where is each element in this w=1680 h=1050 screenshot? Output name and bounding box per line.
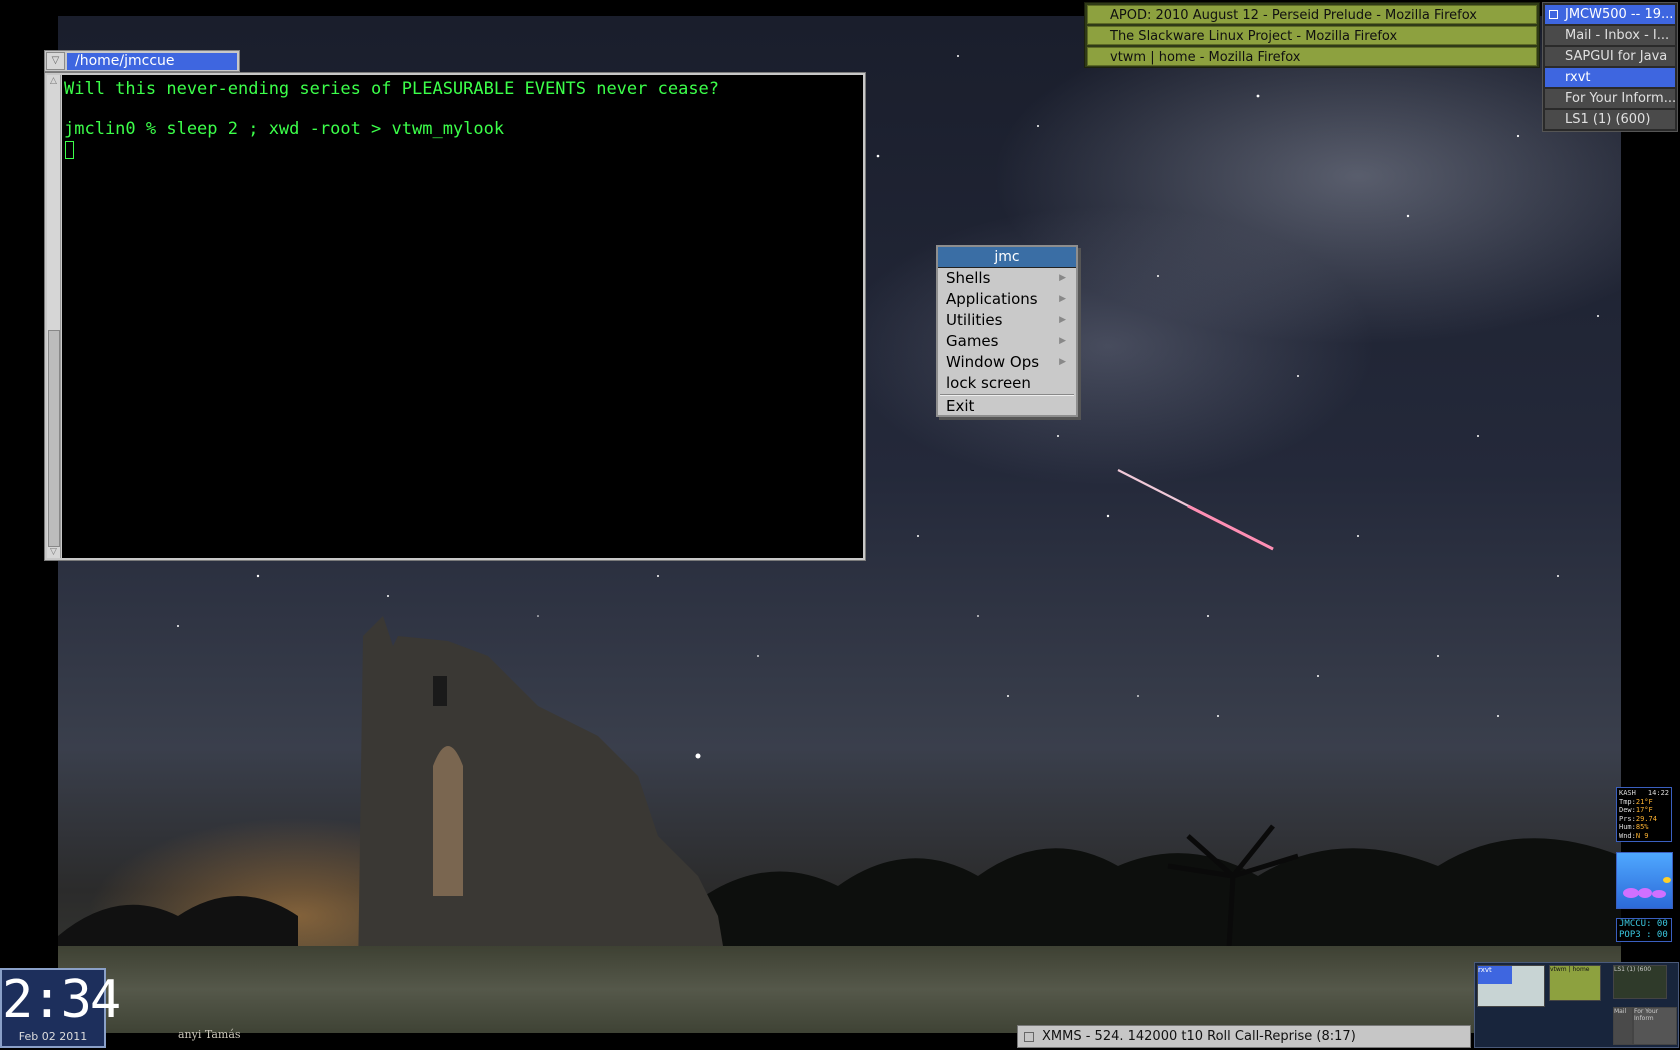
menu-item-label: Shells xyxy=(946,269,991,287)
scrollbar-thumb[interactable] xyxy=(48,330,60,547)
window-list-label: Mail - Inbox - I... xyxy=(1565,28,1670,43)
weather-value: 17°F xyxy=(1635,806,1653,814)
window-list-item-jmcw500[interactable]: JMCW500 -- 19... xyxy=(1545,5,1675,24)
window-list-label: rxvt xyxy=(1565,70,1591,85)
weather-station: KASH xyxy=(1619,789,1636,797)
terminal-title[interactable]: /home/jmccue xyxy=(67,53,237,70)
icon-manager-item[interactable]: APOD: 2010 August 12 - Perseid Prelude -… xyxy=(1087,5,1537,24)
menu-item-utilities[interactable]: Utilities ▶ xyxy=(938,310,1076,331)
fish-icon xyxy=(1623,877,1671,898)
menu-item-label: lock screen xyxy=(946,374,1031,392)
weather-row: Tmp:21°F xyxy=(1619,798,1669,807)
window-list-item-sapgui[interactable]: SAPGUI for Java xyxy=(1545,47,1675,66)
weather-time: 14:22 xyxy=(1647,789,1669,797)
weather-row: Hum:85% xyxy=(1619,823,1669,832)
window-list[interactable]: JMCW500 -- 19... Mail - Inbox - I... SAP… xyxy=(1542,2,1678,132)
window-list-label: JMCW500 -- 19... xyxy=(1565,7,1674,22)
pager-window-fyi[interactable]: For Your Inform xyxy=(1633,1007,1677,1045)
window-square-icon xyxy=(1024,1032,1034,1042)
window-list-label: LS1 (1) (600) xyxy=(1565,112,1651,127)
pager-window-vtwm[interactable]: vtwm | home xyxy=(1549,965,1601,1001)
menu-item-label: Applications xyxy=(946,290,1038,308)
submenu-arrow-icon: ▶ xyxy=(1059,273,1066,283)
window-list-item-ls1[interactable]: LS1 (1) (600) xyxy=(1545,110,1675,129)
menu-item-window-ops[interactable]: Window Ops ▶ xyxy=(938,352,1076,373)
weather-value: 85% xyxy=(1635,823,1649,831)
clock-date: Feb 02 2011 xyxy=(18,1030,88,1043)
fish-aquarium-dockapp[interactable] xyxy=(1616,852,1673,909)
virtual-desktop-pager[interactable]: rxvt vtwm | home LS1 (1) (600 Mail For Y… xyxy=(1474,962,1679,1048)
clock-time: 2:34 xyxy=(2,970,121,1030)
window-square-icon xyxy=(1549,10,1558,19)
submenu-arrow-icon: ▶ xyxy=(1059,357,1066,367)
weather-key: Wnd: xyxy=(1619,831,1636,840)
window-menu-icon[interactable]: ▽ xyxy=(46,52,65,70)
icon-manager-item[interactable]: The Slackware Linux Project - Mozilla Fi… xyxy=(1087,26,1537,45)
terminal-cursor xyxy=(65,141,74,159)
weather-widget[interactable]: KASH 14:22 Tmp:21°F Dew:17°F Prs:29.74 H… xyxy=(1616,787,1672,842)
icon-manager[interactable]: APOD: 2010 August 12 - Perseid Prelude -… xyxy=(1084,2,1540,68)
window-list-item-fyi[interactable]: For Your Inform... xyxy=(1545,89,1675,108)
meteor-glow xyxy=(1187,504,1274,551)
scroll-down-arrow-icon[interactable]: ▽ xyxy=(47,546,60,558)
menu-item-label: Exit xyxy=(946,397,975,415)
submenu-arrow-icon: ▶ xyxy=(1059,294,1066,304)
weather-row: Dew:17°F xyxy=(1619,806,1669,815)
pager-label: rxvt xyxy=(1478,966,1512,984)
xmms-label: XMMS - 524. 142000 t10 Roll Call-Reprise… xyxy=(1042,1029,1356,1044)
xmms-icon-bar[interactable]: XMMS - 524. 142000 t10 Roll Call-Reprise… xyxy=(1017,1025,1471,1048)
window-list-item-rxvt[interactable]: rxvt xyxy=(1545,68,1675,87)
pager-window-ls1[interactable]: LS1 (1) (600 xyxy=(1613,965,1667,999)
icon-manager-item[interactable]: vtwm | home - Mozilla Firefox xyxy=(1087,47,1537,66)
menu-item-applications[interactable]: Applications ▶ xyxy=(938,289,1076,310)
pager-window-rxvt[interactable]: rxvt xyxy=(1477,965,1545,1007)
clock-widget[interactable]: 2:34 Feb 02 2011 xyxy=(0,968,121,1048)
submenu-arrow-icon: ▶ xyxy=(1059,336,1066,346)
menu-item-exit[interactable]: Exit xyxy=(938,396,1076,417)
foreground-ground xyxy=(58,946,1621,1033)
menu-item-shells[interactable]: Shells ▶ xyxy=(938,268,1076,289)
terminal-screen[interactable]: Will this never-ending series of PLEASUR… xyxy=(62,75,863,558)
mail-monitor-row: JMCCU: 00 xyxy=(1619,919,1668,929)
terminal-line-command: jmclin0 % sleep 2 ; xwd -root > vtwm_myl… xyxy=(64,119,505,139)
terminal-scrollbar[interactable]: △ ▽ xyxy=(47,75,61,558)
weather-key: Prs: xyxy=(1619,814,1636,823)
weather-value: 21°F xyxy=(1635,797,1653,806)
weather-value: 29.74 xyxy=(1635,814,1657,823)
root-menu[interactable]: jmc Shells ▶ Applications ▶ Utilities ▶ … xyxy=(936,245,1078,417)
weather-value: N 9 xyxy=(1635,831,1649,840)
weather-row: Prs:29.74 xyxy=(1619,815,1669,824)
scroll-up-arrow-icon[interactable]: △ xyxy=(47,75,60,87)
window-list-label: For Your Inform... xyxy=(1565,91,1675,106)
photo-credit: anyi Tamás xyxy=(178,1028,241,1041)
menu-title: jmc xyxy=(938,247,1076,268)
pager-window-mail[interactable]: Mail xyxy=(1613,1007,1633,1045)
terminal-titlebar[interactable]: ▽ /home/jmccue xyxy=(44,50,240,72)
menu-item-label: Games xyxy=(946,332,999,350)
mail-monitor-row: POP3 : 00 xyxy=(1619,930,1668,940)
weather-key: Dew: xyxy=(1619,806,1636,814)
weather-row: Wnd:N 9 xyxy=(1619,832,1669,841)
menu-item-lock-screen[interactable]: lock screen xyxy=(938,373,1076,394)
castle-ruin xyxy=(358,616,728,976)
mail-monitor[interactable]: JMCCU: 00 POP3 : 00 xyxy=(1616,918,1672,942)
terminal-window[interactable]: △ ▽ Will this never-ending series of PLE… xyxy=(44,72,866,561)
submenu-arrow-icon: ▶ xyxy=(1059,315,1066,325)
weather-key: Hum: xyxy=(1619,823,1636,831)
menu-item-label: Window Ops xyxy=(946,353,1040,371)
terminal-line-fortune: Will this never-ending series of PLEASUR… xyxy=(64,79,720,99)
menu-item-label: Utilities xyxy=(946,311,1003,329)
weather-key: Tmp: xyxy=(1619,797,1636,806)
window-list-item-mail[interactable]: Mail - Inbox - I... xyxy=(1545,26,1675,45)
window-list-label: SAPGUI for Java xyxy=(1565,49,1668,64)
weather-header: KASH 14:22 xyxy=(1619,789,1669,798)
menu-item-games[interactable]: Games ▶ xyxy=(938,331,1076,352)
